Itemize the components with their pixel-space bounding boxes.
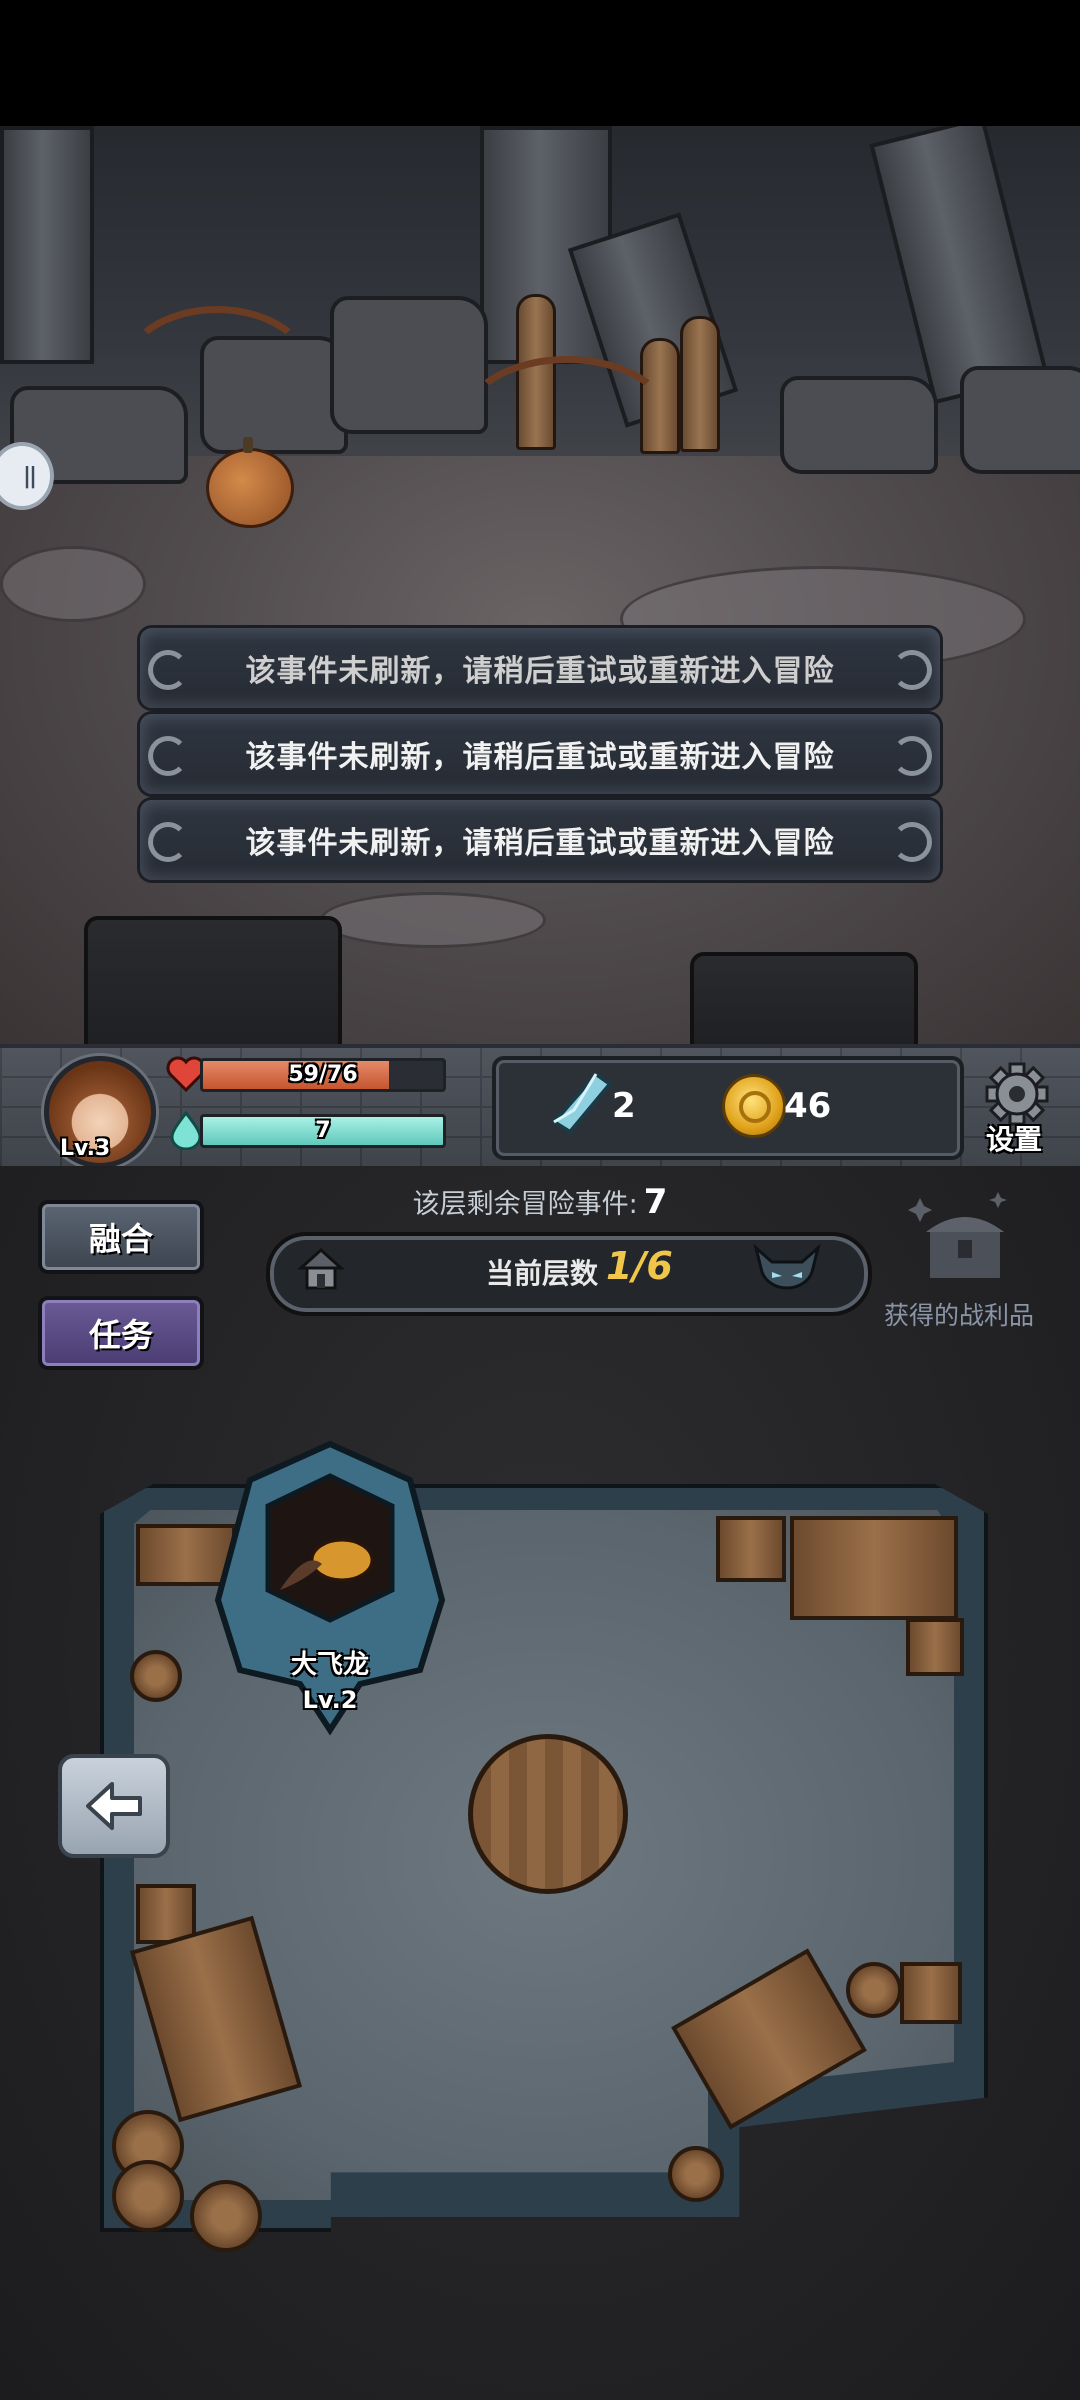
ornament-icon: [892, 822, 932, 862]
mp-bar: 7: [200, 1114, 446, 1148]
event-option-text: 该事件未刷新，请稍后重试或重新进入冒险: [245, 654, 835, 689]
ornament-icon: [148, 650, 188, 690]
stump: [84, 916, 342, 1044]
boss-icon: [753, 1243, 821, 1290]
remaining-events-count: 7: [643, 1182, 668, 1222]
barrel: [668, 2146, 724, 2202]
settings-button[interactable]: 设置: [986, 1118, 1042, 1158]
loot-label[interactable]: 获得的战利品: [884, 1296, 1034, 1332]
event-option[interactable]: 该事件未刷新，请稍后重试或重新进入冒险: [140, 628, 940, 708]
mp-value: 7: [315, 1118, 331, 1143]
current-floor-value: 1/6: [606, 1244, 673, 1288]
back-button[interactable]: [58, 1754, 170, 1858]
remaining-events-label: 该层剩余冒险事件:: [412, 1189, 638, 1220]
barrel: [112, 2160, 184, 2232]
stump: [690, 952, 918, 1044]
ornament-icon: [148, 822, 188, 862]
event-option-text: 该事件未刷新，请稍后重试或重新进入冒险: [245, 826, 835, 861]
player-level: Lv.3: [60, 1136, 111, 1161]
crate: [906, 1618, 964, 1676]
pause-icon: ||: [22, 463, 37, 489]
vine: [120, 306, 314, 440]
monster-name: 大飞龙: [290, 1650, 369, 1680]
barrel: [190, 2180, 262, 2252]
rock: [780, 376, 938, 474]
house-icon: [297, 1247, 345, 1290]
monster-level: Lv.2: [302, 1686, 358, 1714]
rock: [960, 366, 1080, 474]
crate: [716, 1516, 786, 1582]
pillar: [0, 126, 94, 364]
battle-scene: ||: [0, 126, 1080, 1044]
wooden-stake: [680, 316, 720, 452]
quest-button[interactable]: 任务: [38, 1296, 204, 1370]
coin-count: 46: [784, 1086, 832, 1126]
crystal-count: 2: [612, 1086, 636, 1126]
round-table: [468, 1734, 628, 1894]
puddle: [320, 892, 546, 948]
ornament-icon: [892, 736, 932, 776]
ornament-icon: [892, 650, 932, 690]
ornament-icon: [148, 736, 188, 776]
hp-bar: 59/76: [200, 1058, 446, 1092]
event-options: 该事件未刷新，请稍后重试或重新进入冒险 该事件未刷新，请稍后重试或重新进入冒险 …: [140, 628, 940, 886]
event-option[interactable]: 该事件未刷新，请稍后重试或重新进入冒险: [140, 714, 940, 794]
status-bar: [0, 0, 1080, 126]
crate: [900, 1962, 962, 2024]
event-option-text: 该事件未刷新，请稍后重试或重新进入冒险: [245, 740, 835, 775]
barrel: [846, 1962, 902, 2018]
vine: [460, 356, 674, 490]
barrel: [130, 1650, 182, 1702]
back-arrow-icon: [86, 1782, 142, 1830]
treasure-chest-icon[interactable]: [906, 1188, 1016, 1284]
pumpkin-head-character: [206, 437, 294, 528]
coin-icon: [722, 1074, 786, 1138]
puddle: [0, 546, 146, 622]
crystal-icon: [550, 1071, 613, 1135]
crate: [790, 1516, 958, 1620]
event-option[interactable]: 该事件未刷新，请稍后重试或重新进入冒险: [140, 800, 940, 880]
hp-value: 59/76: [288, 1062, 358, 1087]
current-floor-label: 当前层数: [486, 1257, 599, 1290]
